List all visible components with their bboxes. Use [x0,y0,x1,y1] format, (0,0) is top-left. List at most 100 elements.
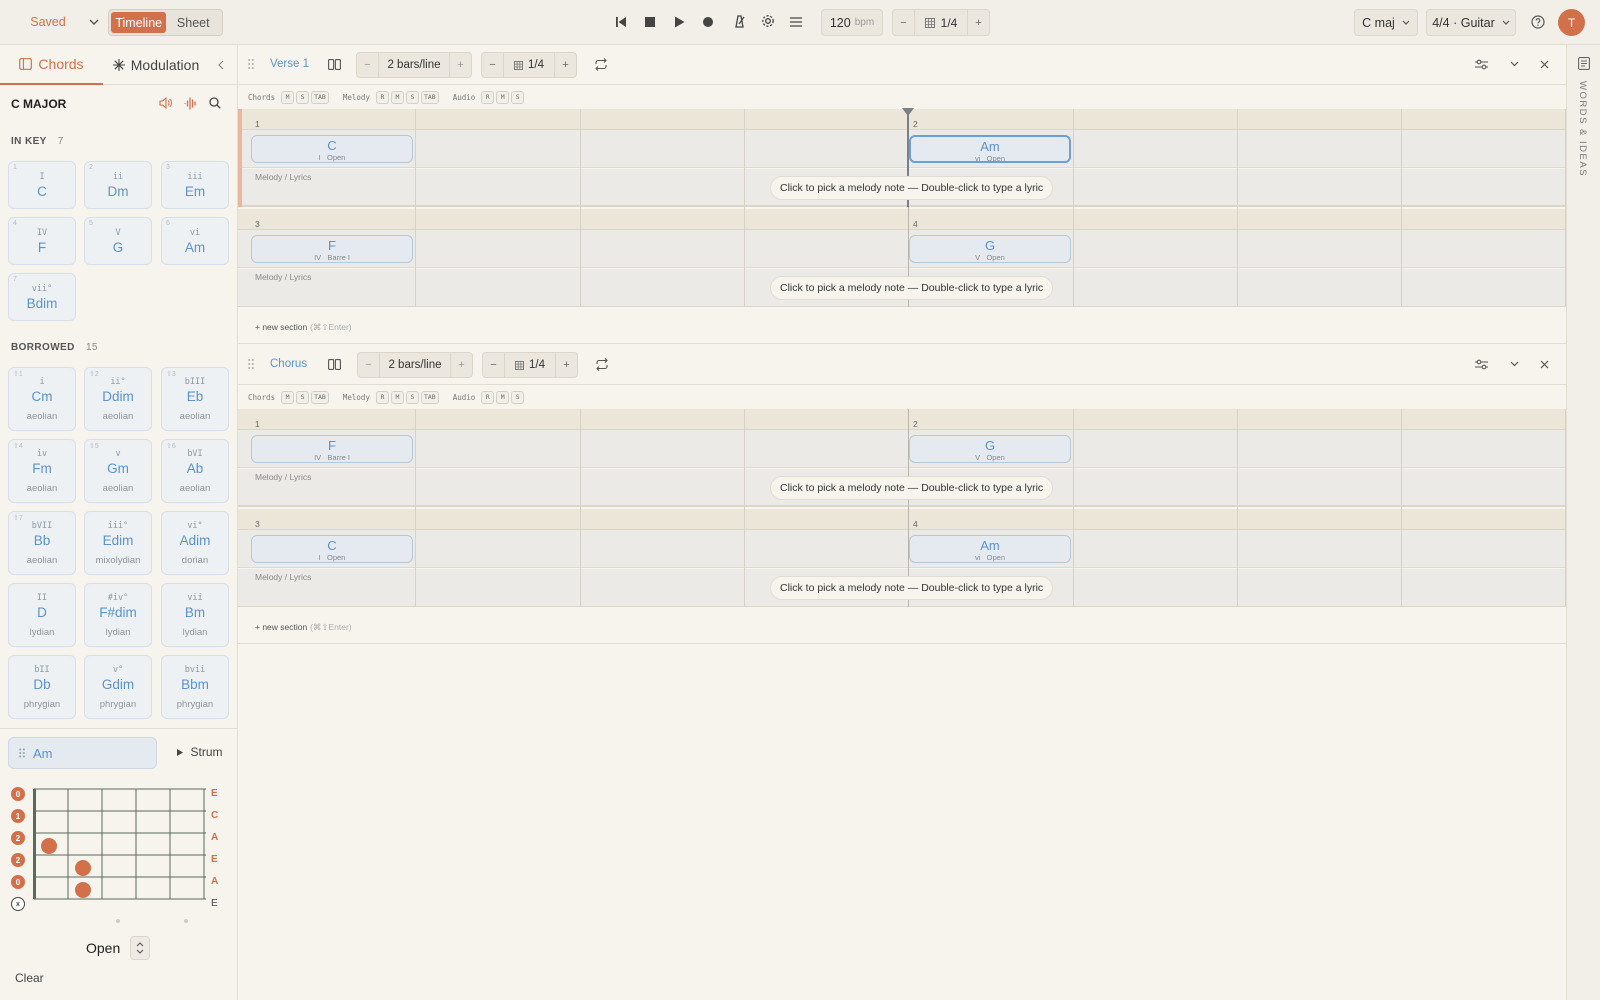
search-icon[interactable] [208,96,222,110]
chord-card-g[interactable]: 5 VG [84,217,152,265]
chord-card-bb[interactable]: ⇧7 bVII Bb aeolian [8,511,76,575]
drag-handle-icon[interactable] [248,358,254,370]
chord-card-em[interactable]: 3 iii Em [161,161,229,209]
section-grid-decrease-button[interactable]: − [482,53,504,77]
tab-button[interactable]: TAB [420,390,439,404]
chord-block[interactable]: Am vi Open [909,535,1071,563]
mute-button[interactable]: M [281,390,295,404]
chord-card-gdim[interactable]: v° Gdim phrygian [84,655,152,719]
fretboard-diagram[interactable]: 0 1 2 2 0 x E C A E A E [8,787,230,917]
close-icon[interactable] [1540,60,1549,69]
grid-increase-button[interactable]: + [967,10,989,35]
chord-card-bbm[interactable]: bvii Bbm phrygian [161,655,229,719]
record-arm-button[interactable]: R [481,90,495,104]
record-arm-button[interactable]: R [375,90,389,104]
chord-block[interactable]: GV Open [909,235,1071,263]
chord-lane[interactable] [238,130,1566,168]
chord-card-eb[interactable]: ⇧3 bIII Eb aeolian [161,367,229,431]
solo-button[interactable]: S [511,90,525,104]
help-icon[interactable] [1530,14,1546,30]
columns-icon[interactable] [328,59,341,70]
chord-card-db[interactable]: bII Db phrygian [8,655,76,719]
playhead-handle[interactable] [902,108,914,116]
chord-block[interactable]: GV Open [909,435,1071,463]
skip-back-icon[interactable] [613,14,629,30]
record-arm-button[interactable]: R [375,390,389,404]
melody-hint[interactable]: Click to pick a melody note — Double-cli… [770,276,1054,300]
chord-card-c[interactable]: 1 IC [8,161,76,209]
section-grid-increase-button[interactable]: + [554,53,576,77]
chord-card-dm[interactable]: 2 ii Dm [84,161,152,209]
section-name[interactable]: Chorus [270,358,307,370]
chord-card-cm[interactable]: ⇧1 i Cm aeolian [8,367,76,431]
bars-decrease-button[interactable]: − [358,353,380,377]
voicing-select[interactable]: Open [86,936,151,960]
metronome-icon[interactable] [731,13,747,29]
chord-card-edim[interactable]: iii° Edim mixolydian [84,511,152,575]
solo-button[interactable]: S [511,390,525,404]
record-arm-button[interactable]: R [481,390,495,404]
waveform-icon[interactable] [183,96,197,110]
section-grid-decrease-button[interactable]: − [483,353,505,377]
new-section-row[interactable]: + new section (⌘⇧Enter) [238,308,1566,344]
tab-sheet[interactable]: Sheet [166,12,220,33]
columns-icon[interactable] [328,359,341,370]
solo-button[interactable]: S [405,90,419,104]
chord-lane[interactable] [238,230,1566,268]
tab-button[interactable]: TAB [420,90,439,104]
new-section-row[interactable]: + new section (⌘⇧Enter) [238,608,1566,644]
chord-lane[interactable] [238,430,1566,468]
meter-instrument-select[interactable]: 4/4 · Guitar [1426,9,1516,36]
chord-card-ab[interactable]: ⇧6 bVI Ab aeolian [161,439,229,503]
section-name[interactable]: Verse 1 [270,58,309,70]
chord-block[interactable]: CI Open [251,535,413,563]
settings-sliders-icon[interactable] [1475,359,1488,370]
bars-decrease-button[interactable]: − [357,53,379,77]
melody-hint[interactable]: Click to pick a melody note — Double-cli… [770,476,1054,500]
words-ideas-tab[interactable]: WORDS & IDEAS [1577,81,1588,177]
chord-card-f[interactable]: 4 IV F [8,217,76,265]
chevron-down-icon[interactable] [86,14,102,30]
key-select[interactable]: C maj [1354,9,1418,36]
settings-sliders-icon[interactable] [1475,59,1488,70]
melody-hint[interactable]: Click to pick a melody note — Double-cli… [770,176,1054,200]
section-grid-increase-button[interactable]: + [555,353,577,377]
bars-increase-button[interactable]: + [449,53,471,77]
tab-timeline[interactable]: Timeline [111,12,167,33]
play-icon[interactable] [671,14,687,30]
strum-button[interactable]: Strum [170,741,230,763]
bar-ruler[interactable] [238,209,1566,230]
chevron-down-icon[interactable] [1510,61,1519,67]
bar-ruler[interactable] [238,409,1566,430]
chord-block-selected[interactable]: Am vi Open [909,135,1071,163]
chord-card-bm[interactable]: vii Bm lydian [161,583,229,647]
loop-icon[interactable] [594,58,608,71]
chord-card-fsharpdim[interactable]: #iv° F#dim lydian [84,583,152,647]
tab-modulation[interactable]: Modulation [106,45,206,85]
stop-icon[interactable] [642,14,658,30]
melody-hint[interactable]: Click to pick a melody note — Double-cli… [770,576,1054,600]
drag-handle-icon[interactable] [248,58,254,70]
avatar[interactable]: T [1558,9,1585,36]
clear-button[interactable]: Clear [15,971,44,985]
mute-button[interactable]: M [496,390,510,404]
chord-block[interactable]: F IV Barre I [251,235,413,263]
tab-button[interactable]: TAB [311,390,329,404]
solo-button[interactable]: S [296,390,310,404]
solo-button[interactable]: S [296,90,310,104]
selected-chord-chip[interactable]: Am [8,737,157,769]
solo-button[interactable]: S [405,390,419,404]
chord-card-gm[interactable]: ⇧5 v Gm aeolian [84,439,152,503]
tab-button[interactable]: TAB [311,90,329,104]
close-icon[interactable] [1540,360,1549,369]
chord-card-d[interactable]: II Dlydian [8,583,76,647]
chord-card-am[interactable]: 6 vi Am [161,217,229,265]
chord-card-fm[interactable]: ⇧4 iv Fm aeolian [8,439,76,503]
chord-block[interactable]: CI Open [251,135,413,163]
chord-block[interactable]: F IV Barre I [251,435,413,463]
tab-chords[interactable]: Chords [0,45,103,85]
mute-button[interactable]: M [281,90,295,104]
menu-icon[interactable] [788,14,804,30]
chord-card-adim[interactable]: vi° Adim dorian [161,511,229,575]
mute-button[interactable]: M [390,90,404,104]
